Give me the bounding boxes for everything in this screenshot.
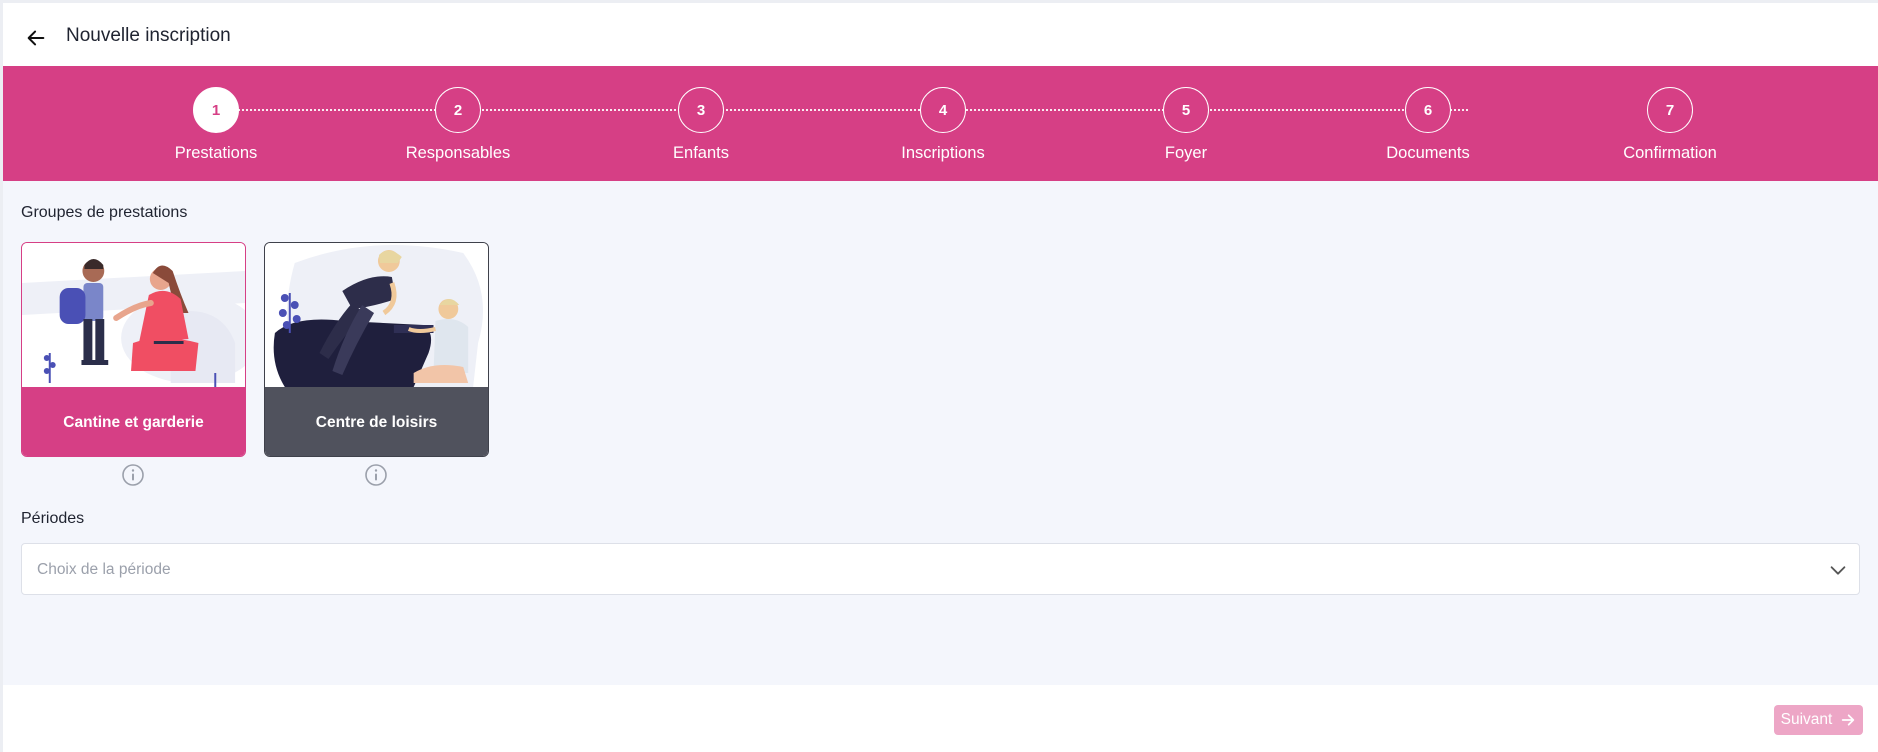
step-foyer[interactable]: 5 Foyer bbox=[1086, 66, 1286, 181]
stepper: 1 Prestations 2 Responsables 3 Enfants 4… bbox=[3, 66, 1878, 181]
step-number: 6 bbox=[1405, 87, 1451, 133]
piano-lesson-illustration bbox=[265, 243, 488, 387]
back-button[interactable] bbox=[21, 23, 51, 53]
step-label: Foyer bbox=[1164, 144, 1208, 162]
chevron-down-icon bbox=[1830, 566, 1846, 575]
periods-title: Périodes bbox=[21, 510, 85, 527]
period-select-placeholder: Choix de la période bbox=[37, 561, 171, 578]
step-number: 1 bbox=[193, 87, 239, 133]
card-cantine-garderie[interactable]: Cantine et garderie bbox=[21, 242, 246, 457]
step-number: 3 bbox=[678, 87, 724, 133]
parent-child-illustration bbox=[22, 243, 245, 387]
step-label: Inscriptions bbox=[901, 144, 985, 162]
step-prestations[interactable]: 1 Prestations bbox=[116, 66, 316, 181]
groups-title: Groupes de prestations bbox=[21, 204, 188, 221]
step-documents[interactable]: 6 Documents bbox=[1328, 66, 1528, 181]
page-title: Nouvelle inscription bbox=[66, 25, 231, 46]
step-number: 4 bbox=[920, 87, 966, 133]
top-bar: Nouvelle inscription bbox=[3, 3, 1878, 66]
card-label: Centre de loisirs bbox=[265, 387, 488, 456]
step-enfants[interactable]: 3 Enfants bbox=[601, 66, 801, 181]
step-number: 7 bbox=[1647, 87, 1693, 133]
app-window: Nouvelle inscription 1 Prestations 2 Res… bbox=[3, 3, 1878, 752]
info-icon[interactable] bbox=[364, 463, 388, 487]
step-label: Enfants bbox=[673, 144, 729, 162]
step-inscriptions[interactable]: 4 Inscriptions bbox=[843, 66, 1043, 181]
next-button-label: Suivant bbox=[1780, 711, 1833, 728]
step-number: 2 bbox=[435, 87, 481, 133]
card-label: Cantine et garderie bbox=[22, 387, 245, 456]
info-icon[interactable] bbox=[121, 463, 145, 487]
step-confirmation[interactable]: 7 Confirmation bbox=[1570, 66, 1770, 181]
period-select[interactable]: Choix de la période bbox=[21, 543, 1860, 595]
main-content: Groupes de prestations Cantine et garder… bbox=[3, 181, 1878, 685]
step-number: 5 bbox=[1163, 87, 1209, 133]
arrow-right-icon bbox=[1842, 714, 1855, 726]
step-label: Confirmation bbox=[1623, 144, 1717, 162]
step-label: Responsables bbox=[405, 144, 511, 162]
arrow-left-icon bbox=[27, 30, 45, 46]
footer: Suivant bbox=[3, 685, 1878, 752]
next-button[interactable]: Suivant bbox=[1774, 705, 1863, 735]
step-label: Prestations bbox=[174, 144, 258, 162]
card-centre-loisirs[interactable]: Centre de loisirs bbox=[264, 242, 489, 457]
step-responsables[interactable]: 2 Responsables bbox=[358, 66, 558, 181]
step-label: Documents bbox=[1386, 144, 1470, 162]
